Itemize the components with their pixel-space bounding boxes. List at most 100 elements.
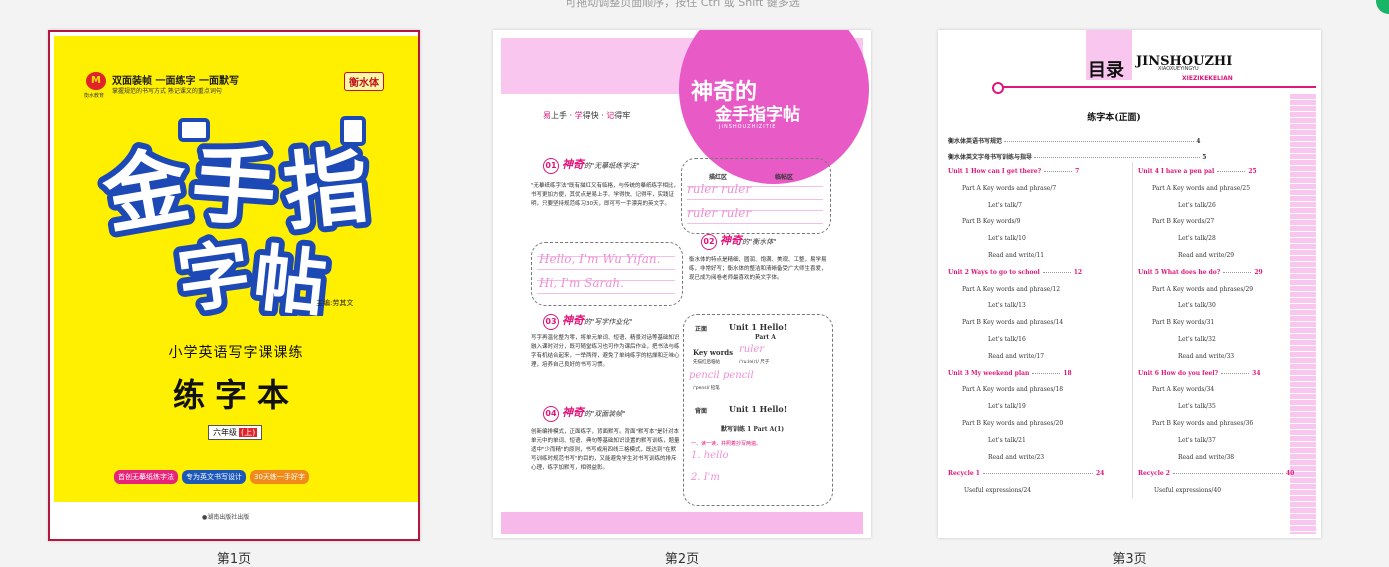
toc-entry-text: Let's talk/21	[988, 436, 1026, 444]
toc-entry-item: Part A Key words and phrase/12	[962, 286, 1060, 293]
hengshui-badge: 衡水体	[344, 72, 384, 91]
cover-editor: 主编:劳其文	[316, 299, 354, 307]
toc-entry-text: Part A Key words and phrases/29	[1152, 285, 1254, 293]
title-char-1: 金	[96, 135, 197, 246]
slogan-b: 上手 ·	[551, 111, 575, 120]
pencil-icon	[178, 118, 210, 142]
toc-entry-unit: Recycle 2 40	[1138, 470, 1294, 477]
toc-entry-text: Let's talk/32	[1178, 336, 1216, 343]
title-char-2: 手	[189, 135, 280, 239]
pencil-phonetic: /ˈpensl/ 铅笔	[693, 386, 720, 391]
section-sub: 的"衡水体"	[742, 238, 777, 246]
page2-brand-line3: JINSHOUZHIZITIE	[719, 124, 777, 130]
hi-trace: Hi, I'm Sarah.	[539, 276, 624, 290]
toc-entry-sub: Read and write/38	[1178, 454, 1234, 461]
toc-entry-text: Unit 2 Ways to go to school	[948, 268, 1040, 276]
toc-entry-unit: Unit 5 What does he do? 29	[1138, 269, 1263, 276]
toc-entry-item: Part B Key words/31	[1152, 319, 1214, 326]
title-char-4: 字	[173, 230, 256, 316]
toc-entry-item: Part A Key words/34	[1152, 386, 1214, 393]
sample-part: Part A	[755, 334, 776, 341]
toc-rule	[998, 86, 1316, 88]
toc-entry-item: Part B Key words/27	[1152, 218, 1214, 225]
page-thumbnail-1[interactable]: M 衡水教育 双面装帧 一面练字 一面默写 掌握规范的书写方式 熟记课文的重点词…	[48, 30, 420, 541]
toc-entry-text: Let's talk/28	[1178, 235, 1216, 243]
toc-column-divider	[1132, 162, 1133, 498]
toc-leader	[1172, 473, 1283, 475]
toc-entry-plain: Useful expressions/24	[964, 487, 1031, 494]
toc-leader	[1004, 141, 1195, 142]
toc-entry-head: 衡水体英语书写规范 4	[948, 136, 1284, 145]
trace-column-label: 描红区	[709, 174, 728, 181]
toc-entry-page: 25	[1248, 168, 1257, 175]
cover-bottom-strip: ●湖南出版社出版	[54, 502, 418, 537]
toc-entry-unit: Unit 6 How do you feel? 34	[1138, 370, 1261, 377]
page2-brand-line2: 金手指字帖	[715, 105, 800, 125]
sample-unit-title: Unit 1 Hello!	[729, 322, 788, 332]
toc-entry-unit: Recycle 1 24	[948, 470, 1104, 477]
toc-entry-page: 29	[1254, 268, 1263, 276]
toc-entry-text: Useful expressions/24	[964, 487, 1032, 495]
toc-entry-text: Let's talk/37	[1178, 436, 1216, 444]
reorder-hint: 可拖动调整页面顺序，按住 Ctrl 或 Shift 键多选	[565, 0, 800, 9]
toc-brand-2: XIAOXUEYINGYU	[1158, 66, 1199, 72]
brand-sub: 衡水教育	[84, 93, 105, 99]
toc-entry-text: Read and write/38	[1178, 453, 1235, 461]
section-title: 神奇	[562, 406, 584, 419]
page-thumbnail-2[interactable]: 神奇的 金手指字帖 JINSHOUZHIZITIE 易上手 · 学得快 · 记得…	[493, 30, 871, 538]
toc-side-strip	[1290, 94, 1316, 534]
feature-pill: 专为英文书写设计	[182, 470, 246, 484]
feature-pill: 首创无摹纸练字法	[114, 470, 178, 484]
toc-entry-item: Part B Key words and phrases/36	[1152, 420, 1253, 427]
toc-leader	[1044, 171, 1073, 172]
toc-entry-item: Part B Key words and phrases/14	[962, 319, 1063, 326]
drill-hello: 1. hello	[691, 450, 729, 461]
toc-entry-item: Part B Key words/9	[962, 218, 1020, 225]
toc-entry-text: Let's talk/16	[988, 336, 1026, 343]
toc-entry-text: Let's talk/7	[988, 201, 1022, 209]
toc-entry-sub: Let's talk/28	[1178, 235, 1216, 242]
toc-entry-sub: Let's talk/13	[988, 302, 1026, 309]
grade-label: 六年级 (上)	[208, 425, 263, 440]
copy-column-label: 临帖区	[775, 174, 794, 181]
toc-entry-text: Recycle 2	[1138, 470, 1170, 478]
page-thumbnail-3[interactable]: 目录 JINSHOUZHI XIAOXUEYINGYU XIEZIKEKELIA…	[938, 30, 1321, 538]
toc-entry-unit: Unit 2 Ways to go to school 12	[948, 269, 1082, 276]
toc-subtitle: 练字本(正面)	[1087, 113, 1141, 123]
toc-entry-sub: Let's talk/32	[1178, 336, 1216, 343]
toc-entry-text: Let's talk/26	[1178, 201, 1216, 209]
toc-entry-sub: Read and write/23	[988, 454, 1044, 461]
toc-entry-text: Part B Key words and phrases/36	[1152, 420, 1254, 427]
toc-entry-sub: Read and write/11	[988, 252, 1044, 259]
toc-entry-page: 34	[1252, 369, 1261, 377]
slogan-c: 学	[574, 111, 583, 120]
section-num: 01	[543, 158, 559, 174]
toc-entry-text: Part B Key words and phrases/14	[962, 319, 1064, 327]
grade-text: 六年级	[213, 428, 237, 437]
toc-entry-text: Part B Key words/9	[962, 218, 1021, 226]
toc-leader	[1042, 271, 1071, 273]
ruler-sample: ruler	[739, 344, 765, 355]
toc-entry-sub: Let's talk/26	[1178, 202, 1216, 209]
toc-leader	[1032, 372, 1061, 374]
section-num: 02	[701, 234, 717, 250]
section-title: 神奇	[562, 158, 584, 171]
toc-entry-text: 衡水体英文字母书写训练与指导	[948, 154, 1033, 161]
toc-entry-item: Part A Key words and phrase/7	[962, 185, 1056, 192]
toc-entry-sub: Let's talk/35	[1178, 403, 1216, 410]
cover-subject: 小学英语写字课课练	[168, 345, 304, 361]
drill-im: 2. I'm	[691, 472, 720, 483]
ruler-trace-1: ruler ruler	[687, 182, 752, 196]
drill-task: 一、读一读，并照着抄写两遍。	[691, 441, 762, 447]
ruler-phonetic: /ˈruːlə(r)/ 尺子	[739, 360, 770, 365]
ruler-trace-2: ruler ruler	[687, 206, 752, 220]
toc-entry-page: 40	[1285, 470, 1295, 478]
toc-entry-text: Recycle 1	[948, 470, 980, 478]
toc-entry-page: 12	[1073, 268, 1083, 276]
close-fab-button[interactable]	[1376, 0, 1389, 14]
toc-entry-unit: Unit 4 I have a pen pal 25	[1138, 168, 1257, 175]
toc-entry-unit: Unit 3 My weekend plan 18	[948, 370, 1072, 377]
toc-entry-text: Let's talk/30	[1178, 302, 1216, 310]
eraser-icon	[340, 116, 366, 146]
toc-entry-head: 衡水体英文字母书写训练与指导 5	[948, 152, 1284, 161]
